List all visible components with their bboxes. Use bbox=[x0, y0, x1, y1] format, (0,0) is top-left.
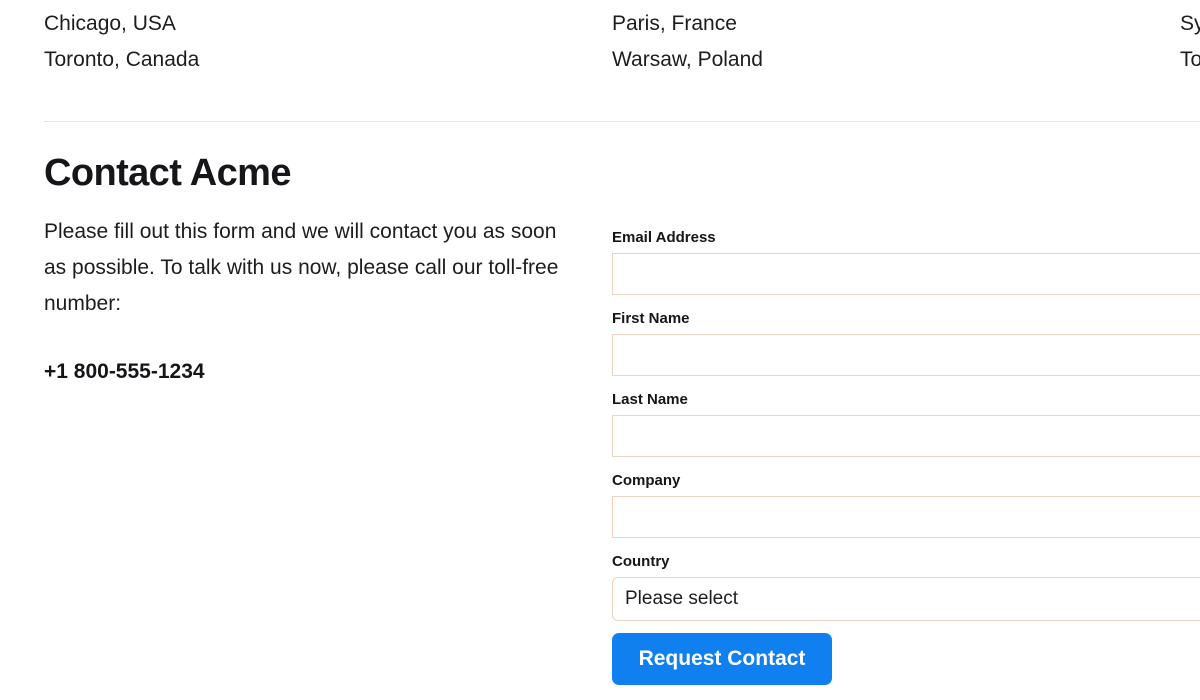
first-name-input[interactable] bbox=[612, 334, 1200, 376]
contact-intro: Contact Acme Please fill out this form a… bbox=[44, 150, 584, 386]
page-title: Contact Acme bbox=[44, 152, 291, 194]
location-item: Sy bbox=[1180, 12, 1200, 35]
location-item: Warsaw, Poland bbox=[612, 48, 763, 71]
locations-column-1: Chicago, USA Toronto, Canada bbox=[44, 6, 612, 78]
location-item: Toronto, Canada bbox=[44, 48, 200, 71]
country-label: Country bbox=[612, 553, 670, 570]
office-locations: Chicago, USA Toronto, Canada Paris, Fran… bbox=[44, 0, 1200, 78]
location-item: Chicago, USA bbox=[44, 12, 176, 35]
last-name-input[interactable] bbox=[612, 415, 1200, 457]
locations-column-2: Paris, France Warsaw, Poland bbox=[612, 6, 1180, 78]
last-name-label: Last Name bbox=[612, 391, 688, 408]
locations-column-3: Sy To bbox=[1180, 6, 1200, 78]
contact-form: Email Address First Name Last Name Compa… bbox=[612, 228, 1200, 685]
contact-description: Please fill out this form and we will co… bbox=[44, 220, 559, 315]
email-address-label: Email Address bbox=[612, 229, 716, 246]
contact-page: Chicago, USA Toronto, Canada Paris, Fran… bbox=[0, 0, 1200, 700]
location-item: To bbox=[1180, 48, 1200, 71]
field-last-name: Last Name bbox=[612, 390, 1200, 457]
field-country: Country Please select bbox=[612, 552, 1200, 621]
field-email-address: Email Address bbox=[612, 228, 1200, 295]
location-item: Paris, France bbox=[612, 12, 737, 35]
company-input[interactable] bbox=[612, 496, 1200, 538]
first-name-label: First Name bbox=[612, 310, 690, 327]
toll-free-phone-number: +1 800-555-1234 bbox=[44, 360, 205, 383]
company-label: Company bbox=[612, 472, 681, 489]
email-address-input[interactable] bbox=[612, 253, 1200, 295]
country-select[interactable]: Please select bbox=[612, 577, 1200, 621]
field-first-name: First Name bbox=[612, 309, 1200, 376]
section-divider bbox=[44, 121, 1200, 122]
request-contact-button[interactable]: Request Contact bbox=[612, 633, 832, 685]
field-company: Company bbox=[612, 471, 1200, 538]
